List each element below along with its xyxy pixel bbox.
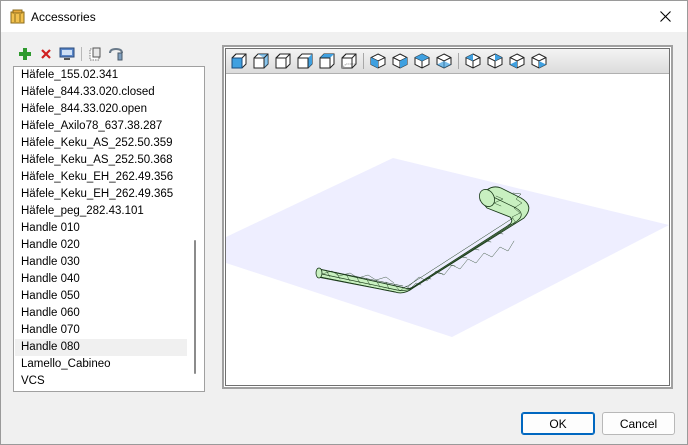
view-bottom-button[interactable] bbox=[340, 52, 358, 70]
view-iso-4-icon bbox=[436, 53, 452, 69]
list-item[interactable]: Handle 070 bbox=[15, 322, 187, 339]
copy-button[interactable] bbox=[86, 45, 104, 63]
list-item[interactable]: Häfele_155.02.341 bbox=[15, 67, 187, 84]
view-iso-2-icon bbox=[392, 53, 408, 69]
list-item[interactable]: Handle 060 bbox=[15, 305, 187, 322]
view-left-icon bbox=[275, 53, 291, 69]
view-right-button[interactable] bbox=[296, 52, 314, 70]
view-front-button[interactable] bbox=[230, 52, 248, 70]
ok-button[interactable]: OK bbox=[521, 412, 595, 435]
view-top-button[interactable] bbox=[318, 52, 336, 70]
list-item[interactable]: Handle 040 bbox=[15, 271, 187, 288]
view-iso-8-button[interactable] bbox=[530, 52, 548, 70]
accessories-dialog: Accessories Häfele_155.02.341 Häfele_844… bbox=[0, 0, 688, 445]
delete-button[interactable] bbox=[37, 45, 55, 63]
list-item[interactable]: Lamello_Cabineo bbox=[15, 356, 187, 373]
view-iso-2-button[interactable] bbox=[391, 52, 409, 70]
view-top-icon bbox=[319, 53, 335, 69]
list-item[interactable]: Handle 020 bbox=[15, 237, 187, 254]
view-toolbar-separator-2 bbox=[458, 53, 459, 69]
list-item[interactable]: Häfele_Keku_AS_252.50.359 bbox=[15, 135, 187, 152]
paste-button[interactable] bbox=[107, 45, 125, 63]
list-item[interactable]: Häfele_844.33.020.closed bbox=[15, 84, 187, 101]
list-item[interactable]: Häfele_844.33.020.open bbox=[15, 101, 187, 118]
list-item[interactable]: Handle 010 bbox=[15, 220, 187, 237]
edit-icon bbox=[59, 47, 75, 60]
accessory-list[interactable]: Häfele_155.02.341 Häfele_844.33.020.close… bbox=[13, 66, 205, 392]
add-button[interactable] bbox=[16, 45, 34, 63]
list-item[interactable]: Häfele_Keku_EH_262.49.356 bbox=[15, 169, 187, 186]
view-back-icon bbox=[253, 53, 269, 69]
view-iso-6-icon bbox=[487, 53, 503, 69]
view-iso-5-button[interactable] bbox=[464, 52, 482, 70]
scroll-thumb[interactable] bbox=[194, 240, 196, 374]
copy-icon bbox=[89, 47, 101, 61]
close-icon bbox=[659, 11, 671, 22]
list-item[interactable]: Handle 030 bbox=[15, 254, 187, 271]
view-iso-7-icon bbox=[509, 53, 525, 69]
list-item[interactable]: Häfele_Keku_AS_252.50.368 bbox=[15, 152, 187, 169]
list-item[interactable]: Handle 080 bbox=[15, 339, 187, 356]
view-iso-5-icon bbox=[465, 53, 481, 69]
view-toolbar-separator bbox=[363, 53, 364, 69]
list-item[interactable]: VCS bbox=[15, 373, 187, 390]
paste-icon bbox=[109, 47, 123, 61]
view-iso-7-button[interactable] bbox=[508, 52, 526, 70]
3d-viewport[interactable] bbox=[226, 75, 669, 385]
view-iso-8-icon bbox=[531, 53, 547, 69]
window-title: Accessories bbox=[31, 10, 96, 24]
view-iso-1-icon bbox=[370, 53, 386, 69]
view-iso-1-button[interactable] bbox=[369, 52, 387, 70]
cancel-button[interactable]: Cancel bbox=[602, 412, 675, 435]
preview-panel bbox=[225, 48, 670, 386]
view-left-button[interactable] bbox=[274, 52, 292, 70]
view-iso-3-icon bbox=[414, 53, 430, 69]
delete-icon bbox=[41, 49, 51, 59]
view-bottom-icon bbox=[341, 53, 357, 69]
list-item[interactable]: Häfele_Keku_EH_262.49.365 bbox=[15, 186, 187, 203]
preview-frame bbox=[222, 45, 673, 389]
list-scrollbar[interactable] bbox=[187, 67, 204, 391]
ground-plane bbox=[226, 158, 669, 337]
list-item[interactable]: Handle 050 bbox=[15, 288, 187, 305]
close-button[interactable] bbox=[643, 1, 687, 32]
list-item[interactable]: Häfele_peg_282.43.101 bbox=[15, 203, 187, 220]
view-iso-6-button[interactable] bbox=[486, 52, 504, 70]
toolbar-separator bbox=[81, 47, 82, 61]
view-iso-3-button[interactable] bbox=[413, 52, 431, 70]
view-iso-4-button[interactable] bbox=[435, 52, 453, 70]
view-right-icon bbox=[297, 53, 313, 69]
edit-button[interactable] bbox=[58, 45, 76, 63]
view-front-icon bbox=[231, 53, 247, 69]
list-item[interactable]: Häfele_Axilo78_637.38.287 bbox=[15, 118, 187, 135]
app-icon bbox=[10, 9, 25, 24]
list-toolbar bbox=[16, 45, 128, 63]
add-icon bbox=[19, 48, 31, 60]
view-toolbar bbox=[226, 49, 669, 74]
title-bar: Accessories bbox=[1, 1, 687, 32]
view-back-button[interactable] bbox=[252, 52, 270, 70]
